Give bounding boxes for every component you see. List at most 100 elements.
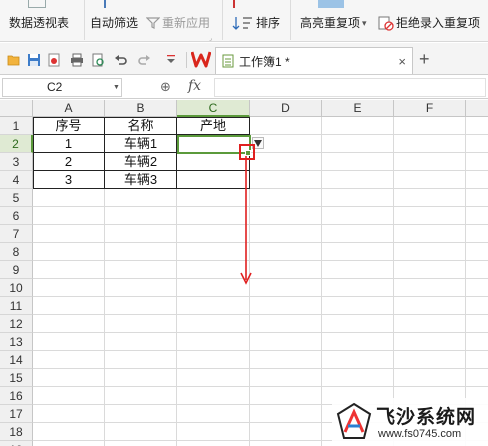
row-header-7[interactable]: 7 [0,225,33,243]
cell-overflow6[interactable] [466,207,488,225]
cell-a1[interactable]: 序号 [33,117,105,135]
cell-c16[interactable] [177,387,250,405]
cell-c15[interactable] [177,369,250,387]
cell-b1[interactable]: 名称 [105,117,177,135]
cell-b11[interactable] [105,297,177,315]
group-expand-icon[interactable]: ⌟ [209,35,212,42]
cell-overflow7[interactable] [466,225,488,243]
cell-f1[interactable] [394,117,466,135]
cell-d1[interactable] [250,117,322,135]
new-tab-icon[interactable]: + [419,50,430,68]
redo-icon[interactable] [137,53,151,67]
cell-f13[interactable] [394,333,466,351]
cell-f4[interactable] [394,171,466,189]
cell-d15[interactable] [250,369,322,387]
row-header-14[interactable]: 14 [0,351,33,369]
column-header-c[interactable]: C [177,100,250,117]
row-header-4[interactable]: 4 [0,171,33,189]
column-header-d[interactable]: D [250,100,322,117]
reapply-button[interactable]: 重新应用 [146,14,210,32]
cell-f14[interactable] [394,351,466,369]
row-header-5[interactable]: 5 [0,189,33,207]
cell-e1[interactable] [322,117,394,135]
row-header-16[interactable]: 16 [0,387,33,405]
cell-a17[interactable] [33,405,105,423]
cell-e5[interactable] [322,189,394,207]
cell-e4[interactable] [322,171,394,189]
formula-input[interactable] [214,78,486,97]
cell-a10[interactable] [33,279,105,297]
row-header-19[interactable]: 19 [0,441,33,446]
cell-overflow3[interactable] [466,153,488,171]
cell-f6[interactable] [394,207,466,225]
cell-a4[interactable]: 3 [33,171,105,189]
cell-a6[interactable] [33,207,105,225]
pivot-table-button[interactable]: 数据透视表 [9,14,69,32]
cell-a16[interactable] [33,387,105,405]
cell-b17[interactable] [105,405,177,423]
close-icon[interactable]: × [398,54,406,69]
open-folder-icon[interactable] [7,53,21,67]
cell-b3[interactable]: 车辆2 [105,153,177,171]
cell-d3[interactable] [250,153,322,171]
cell-overflow2[interactable] [466,135,488,153]
cell-b6[interactable] [105,207,177,225]
row-header-10[interactable]: 10 [0,279,33,297]
cell-f10[interactable] [394,279,466,297]
cell-f8[interactable] [394,243,466,261]
export-pdf-icon[interactable] [47,53,61,67]
cell-e6[interactable] [322,207,394,225]
cell-f11[interactable] [394,297,466,315]
spreadsheet-grid[interactable]: ABCDEF 12345678910111213141516171819 序号名… [0,100,488,446]
cell-c1[interactable]: 产地 [177,117,250,135]
cell-a15[interactable] [33,369,105,387]
print-preview-icon[interactable] [91,53,105,67]
cell-b9[interactable] [105,261,177,279]
row-header-6[interactable]: 6 [0,207,33,225]
cell-f7[interactable] [394,225,466,243]
cell-overflow13[interactable] [466,333,488,351]
cell-overflow12[interactable] [466,315,488,333]
cell-e13[interactable] [322,333,394,351]
row-header-8[interactable]: 8 [0,243,33,261]
cell-a2[interactable]: 1 [33,135,105,153]
column-header-e[interactable]: E [322,100,394,117]
cell-b18[interactable] [105,423,177,441]
cell-c17[interactable] [177,405,250,423]
cell-d5[interactable] [250,189,322,207]
highlight-duplicates-button[interactable]: 高亮重复项 ▾ [300,14,367,32]
cell-overflow8[interactable] [466,243,488,261]
fx-icon[interactable]: fx [188,78,201,94]
cell-e11[interactable] [322,297,394,315]
tab-workbook[interactable]: 工作簿1 * × [215,47,413,74]
cell-f3[interactable] [394,153,466,171]
cell-e9[interactable] [322,261,394,279]
cell-c11[interactable] [177,297,250,315]
cell-c19[interactable] [177,441,250,446]
cell-overflow10[interactable] [466,279,488,297]
column-header-b[interactable]: B [105,100,177,117]
cell-overflow15[interactable] [466,369,488,387]
sort-button[interactable]: 排序 [232,14,280,32]
cell-d13[interactable] [250,333,322,351]
cell-overflow9[interactable] [466,261,488,279]
cell-b15[interactable] [105,369,177,387]
cell-b5[interactable] [105,189,177,207]
cell-d16[interactable] [250,387,322,405]
cell-e7[interactable] [322,225,394,243]
cell-a7[interactable] [33,225,105,243]
cell-e14[interactable] [322,351,394,369]
cell-f9[interactable] [394,261,466,279]
cell-e3[interactable] [322,153,394,171]
cell-b16[interactable] [105,387,177,405]
cell-b8[interactable] [105,243,177,261]
row-header-18[interactable]: 18 [0,423,33,441]
row-header-15[interactable]: 15 [0,369,33,387]
cell-a11[interactable] [33,297,105,315]
cell-f15[interactable] [394,369,466,387]
column-header-f[interactable]: F [394,100,466,117]
cell-d8[interactable] [250,243,322,261]
cell-b2[interactable]: 车辆1 [105,135,177,153]
row-header-17[interactable]: 17 [0,405,33,423]
cell-a18[interactable] [33,423,105,441]
